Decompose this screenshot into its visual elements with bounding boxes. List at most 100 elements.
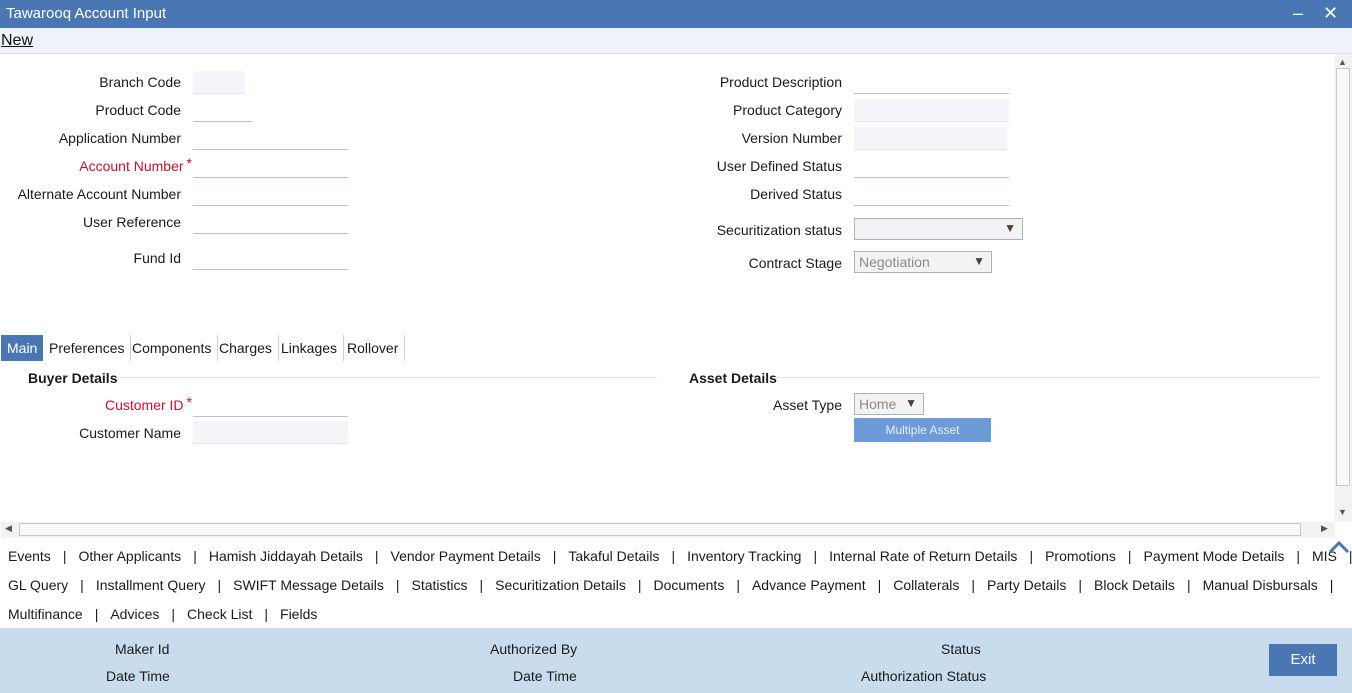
link-hamish-jiddayah-details[interactable]: Hamish Jiddayah Details	[209, 548, 363, 564]
asset-type-select[interactable]: Home ▼	[854, 393, 924, 415]
chevron-down-icon: ▼	[1004, 221, 1016, 235]
scroll-up-icon[interactable]: ▲	[1338, 57, 1347, 67]
branch-code-label: Branch Code	[99, 74, 181, 90]
version-number-field[interactable]	[854, 127, 1007, 150]
link-separator: |	[80, 577, 84, 593]
link-separator: |	[671, 548, 676, 564]
close-icon[interactable]: ✕	[1323, 2, 1338, 24]
tab-linkages[interactable]: Linkages	[275, 335, 345, 361]
link-separator: |	[877, 577, 882, 593]
authorization-status-label: Authorization Status	[861, 668, 987, 684]
scroll-left-icon[interactable]: ◀	[5, 523, 12, 534]
link-other-applicants[interactable]: Other Applicants	[78, 548, 181, 564]
chevron-down-icon: ▼	[905, 396, 917, 410]
contract-stage-select[interactable]: Negotiation ▼	[854, 251, 992, 273]
link-party-details[interactable]: Party Details	[987, 577, 1066, 593]
link-collaterals[interactable]: Collaterals	[893, 577, 959, 593]
link-manual-disbursals[interactable]: Manual Disbursals	[1203, 577, 1318, 593]
account-number-field[interactable]	[193, 155, 348, 178]
link-separator: |	[1078, 577, 1083, 593]
asset-details-heading: Asset Details	[689, 370, 777, 386]
application-number-field[interactable]	[193, 127, 348, 150]
tab-rollover[interactable]: Rollover	[341, 335, 406, 361]
function-links: Events | Other Applicants | Hamish Jiddayah …	[0, 540, 1352, 628]
derived-status-field[interactable]	[854, 183, 1009, 206]
customer-id-field[interactable]	[193, 394, 348, 417]
user-reference-field[interactable]	[193, 211, 348, 234]
securitization-status-select[interactable]: ▼	[854, 218, 1023, 240]
link-row-1: Events | Other Applicants | Hamish Jiddayah …	[8, 548, 1352, 577]
asset-details-divider	[774, 377, 1319, 378]
asset-type-value: Home	[859, 396, 897, 412]
product-description-field[interactable]	[854, 71, 1009, 94]
required-icon: *	[186, 155, 192, 171]
tab-charges[interactable]: Charges	[213, 335, 279, 361]
link-separator: |	[813, 548, 818, 564]
contract-stage-value: Negotiation	[859, 254, 930, 270]
scroll-down-icon[interactable]: ▼	[1338, 507, 1347, 517]
link-block-details[interactable]: Block Details	[1094, 577, 1175, 593]
product-code-label: Product Code	[95, 102, 181, 118]
link-separator: |	[1127, 548, 1132, 564]
exit-button[interactable]: Exit	[1269, 644, 1337, 676]
horizontal-scrollbar[interactable]: ◀ ▶	[1, 522, 1335, 538]
user-defined-status-label: User Defined Status	[716, 158, 842, 174]
link-swift-message-details[interactable]: SWIFT Message Details	[233, 577, 384, 593]
date-time-label: Date Time	[106, 668, 170, 684]
link-vendor-payment-details[interactable]: Vendor Payment Details	[391, 548, 541, 564]
user-defined-status-field[interactable]	[854, 155, 1009, 178]
tab-components[interactable]: Components	[126, 335, 219, 361]
link-promotions[interactable]: Promotions	[1045, 548, 1116, 564]
product-category-field[interactable]	[854, 99, 1009, 122]
alternate-account-number-field[interactable]	[193, 183, 348, 206]
link-separator: |	[971, 577, 976, 593]
product-code-field[interactable]	[193, 99, 252, 122]
multiple-asset-button[interactable]: Multiple Asset	[854, 418, 991, 442]
link-advance-payment[interactable]: Advance Payment	[752, 577, 866, 593]
scroll-right-icon[interactable]: ▶	[1321, 523, 1328, 534]
customer-name-field[interactable]	[193, 421, 348, 444]
product-category-label: Product Category	[733, 102, 842, 118]
link-payment-mode-details[interactable]: Payment Mode Details	[1144, 548, 1285, 564]
auth-date-time-label: Date Time	[513, 668, 577, 684]
link-separator: |	[264, 606, 269, 622]
menu-bar: New	[0, 28, 1352, 54]
link-separator: |	[1329, 577, 1334, 593]
audit-footer: Maker Id Date Time Authorized By Date Ti…	[0, 628, 1352, 693]
link-takaful-details[interactable]: Takaful Details	[568, 548, 659, 564]
link-multifinance[interactable]: Multifinance	[8, 606, 83, 622]
link-events[interactable]: Events	[8, 548, 51, 564]
link-separator: |	[736, 577, 740, 593]
maker-id-label: Maker Id	[115, 641, 170, 657]
vertical-scroll-thumb[interactable]	[1336, 68, 1350, 486]
link-documents[interactable]: Documents	[654, 577, 725, 593]
collapse-up-icon[interactable]	[1328, 540, 1350, 554]
fund-id-field[interactable]	[193, 247, 348, 270]
new-link[interactable]: New	[1, 32, 33, 50]
tab-main[interactable]: Main	[1, 335, 44, 361]
buyer-details-heading: Buyer Details	[28, 370, 118, 386]
link-separator: |	[479, 577, 484, 593]
link-securitization-details[interactable]: Securitization Details	[495, 577, 626, 593]
link-separator: |	[552, 548, 557, 564]
tab-preferences[interactable]: Preferences	[43, 335, 132, 361]
link-inventory-tracking[interactable]: Inventory Tracking	[687, 548, 801, 564]
link-separator: |	[1296, 548, 1301, 564]
link-row-2: GL Query | Installment Query | SWIFT Message…	[8, 577, 1345, 606]
title-bar: Tawarooq Account Input – ✕	[0, 0, 1352, 28]
link-installment-query[interactable]: Installment Query	[96, 577, 206, 593]
link-check-list[interactable]: Check List	[187, 606, 252, 622]
horizontal-scroll-thumb[interactable]	[19, 523, 1301, 536]
link-gl-query[interactable]: GL Query	[8, 577, 68, 593]
link-fields[interactable]: Fields	[280, 606, 317, 622]
link-separator: |	[374, 548, 379, 564]
asset-type-label: Asset Type	[772, 397, 842, 413]
version-number-label: Version Number	[741, 130, 842, 146]
branch-code-field[interactable]	[193, 71, 245, 94]
vertical-scrollbar[interactable]: ▲ ▼	[1335, 54, 1352, 522]
link-advices[interactable]: Advices	[110, 606, 159, 622]
customer-name-label: Customer Name	[79, 425, 181, 441]
link-internal-rate-of-return-details[interactable]: Internal Rate of Return Details	[829, 548, 1017, 564]
link-statistics[interactable]: Statistics	[411, 577, 467, 593]
minimize-icon[interactable]: –	[1293, 2, 1303, 24]
